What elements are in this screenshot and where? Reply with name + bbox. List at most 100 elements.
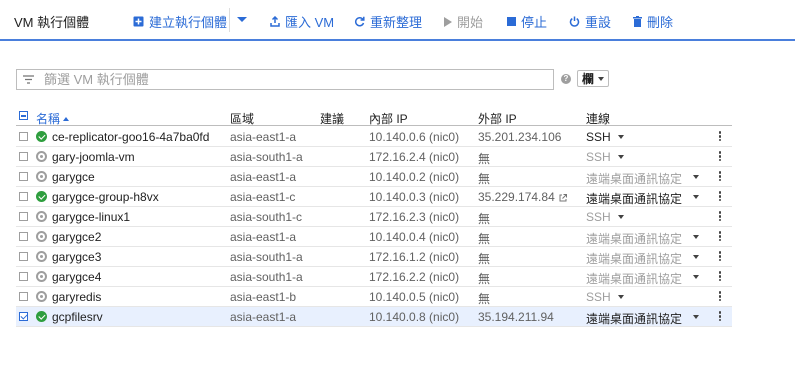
table-row[interactable]: garygce2 asia-east1-a 10.140.0.4 (nic0) 無 遠端… [16,227,732,247]
instance-external-ip: 無 [478,250,490,267]
more-vert-icon[interactable] [716,290,724,304]
chevron-down-icon [617,155,624,159]
connect-button[interactable]: 遠端桌面通訊協定 [586,190,682,207]
running-status-icon [36,191,47,202]
instance-name[interactable]: garyredis [52,290,101,304]
table-row[interactable]: garygce3 asia-south1-a 172.16.1.2 (nic0) 無 遠… [16,247,732,267]
table-row[interactable]: ce-replicator-goo16-4a7ba0fd asia-east1-a… [16,127,732,147]
row-checkbox[interactable] [19,292,28,301]
help-circle-icon[interactable]: ? [561,74,571,84]
row-checkbox[interactable] [19,172,28,181]
more-vert-icon[interactable] [716,170,724,184]
reset-button[interactable]: 重設 [569,12,611,31]
instance-name[interactable]: garygce3 [52,250,101,264]
instance-name[interactable]: ce-replicator-goo16-4a7ba0fd [52,130,209,144]
stopped-status-icon [36,271,47,282]
row-checkbox[interactable] [19,272,28,281]
instance-name[interactable]: garygce [52,170,95,184]
instance-external-ip[interactable]: 35.229.174.84 [478,190,567,204]
row-checkbox[interactable] [19,192,28,201]
header-name[interactable]: 名稱 [36,110,70,127]
row-checkbox[interactable] [19,132,28,141]
table-row[interactable]: gcpfilesrv asia-east1-a 10.140.0.8 (nic0) 3… [16,307,732,327]
instance-internal-ip: 10.140.0.3 (nic0) [369,190,460,204]
instance-internal-ip: 10.140.0.8 (nic0) [369,310,460,324]
connect-dropdown-icon[interactable] [693,315,699,319]
header-zone[interactable]: 區域 [230,110,254,127]
instance-external-ip[interactable]: 35.194.211.94 [478,310,554,324]
row-checkbox[interactable] [19,212,28,221]
table-row[interactable]: garygce-linux1 asia-south1-c 172.16.2.3 (n… [16,207,732,227]
more-vert-icon[interactable] [716,310,724,324]
connect-button[interactable]: 遠端桌面通訊協定 [586,230,682,247]
stop-label: 停止 [521,15,548,30]
connect-dropdown-icon[interactable] [693,195,699,199]
external-ip-value: 35.201.234.106 [478,130,562,144]
connect-button[interactable]: 遠端桌面通訊協定 [586,170,682,187]
connect-label: SSH [586,150,611,164]
create-instance-button[interactable]: 建立執行個體 [133,12,227,31]
filter-box[interactable] [16,69,554,90]
instance-name[interactable]: garygce-group-h8vx [52,190,159,204]
filter-input[interactable] [44,72,544,87]
instance-name[interactable]: gcpfilesrv [52,310,103,324]
header-name-label: 名稱 [36,112,61,126]
table-row[interactable]: garygce asia-east1-a 10.140.0.2 (nic0) 無 遠端桌… [16,167,732,187]
more-vert-icon[interactable] [716,130,724,144]
stopped-status-icon [36,231,47,242]
connect-button[interactable]: 遠端桌面通訊協定 [586,250,682,267]
connect-button[interactable]: SSH [586,130,624,144]
start-button[interactable]: 開始 [444,12,483,31]
table-row[interactable]: garygce-group-h8vx asia-east1-c 10.140.0.3… [16,187,732,207]
table-row[interactable]: gary-joomla-vm asia-south1-a 172.16.2.4 (n… [16,147,732,167]
chevron-down-icon [598,76,605,81]
chevron-down-icon [617,135,624,139]
connect-button[interactable]: 遠端桌面通訊協定 [586,310,682,327]
more-vert-icon[interactable] [716,270,724,284]
select-all-checkbox[interactable] [19,111,28,120]
row-checkbox[interactable] [19,312,28,321]
connect-button[interactable]: SSH [586,210,624,224]
refresh-button[interactable]: 重新整理 [354,12,422,31]
more-vert-icon[interactable] [716,230,724,244]
stopped-status-icon [36,291,47,302]
connect-dropdown-icon[interactable] [693,235,699,239]
import-vm-label: 匯入 VM [285,15,335,30]
connect-button[interactable]: 遠端桌面通訊協定 [586,270,682,287]
table-row[interactable]: garygce4 asia-south1-a 172.16.2.2 (nic0) 無 遠… [16,267,732,287]
header-recommendation[interactable]: 建議 [320,110,344,127]
more-vert-icon[interactable] [716,210,724,224]
header-connect[interactable]: 連線 [586,110,610,127]
toolbar-divider [229,8,230,32]
stop-button[interactable]: 停止 [507,12,547,31]
columns-button[interactable]: 欄 [577,70,610,87]
connect-dropdown-icon[interactable] [693,275,699,279]
instance-zone: asia-east1-b [230,290,297,304]
connect-button[interactable]: SSH [586,290,624,304]
connect-button[interactable]: SSH [586,150,624,164]
instance-internal-ip: 172.16.1.2 (nic0) [369,250,460,264]
more-vert-icon[interactable] [716,150,724,164]
instance-external-ip[interactable]: 35.201.234.106 [478,130,561,144]
table-row[interactable]: garyredis asia-east1-b 10.140.0.5 (nic0) 無 S… [16,287,732,307]
create-menu-dropdown[interactable] [237,17,247,22]
row-checkbox[interactable] [19,232,28,241]
instance-name[interactable]: garygce4 [52,270,101,284]
connect-dropdown-icon[interactable] [693,255,699,259]
instance-name[interactable]: garygce-linux1 [52,210,130,224]
delete-button[interactable]: 刪除 [633,12,673,31]
header-internal-ip[interactable]: 內部 IP [369,110,408,127]
import-vm-button[interactable]: 匯入 VM [270,12,334,31]
more-vert-icon[interactable] [716,190,724,204]
instance-name[interactable]: gary-joomla-vm [52,150,135,164]
stop-icon [507,17,516,26]
open-in-new-icon[interactable] [559,194,567,202]
instance-name[interactable]: garygce2 [52,230,101,244]
connect-dropdown-icon[interactable] [693,175,699,179]
row-checkbox[interactable] [19,252,28,261]
more-vert-icon[interactable] [716,250,724,264]
header-external-ip[interactable]: 外部 IP [478,110,517,127]
play-icon [444,16,452,27]
row-checkbox[interactable] [19,152,28,161]
stopped-status-icon [36,151,47,162]
